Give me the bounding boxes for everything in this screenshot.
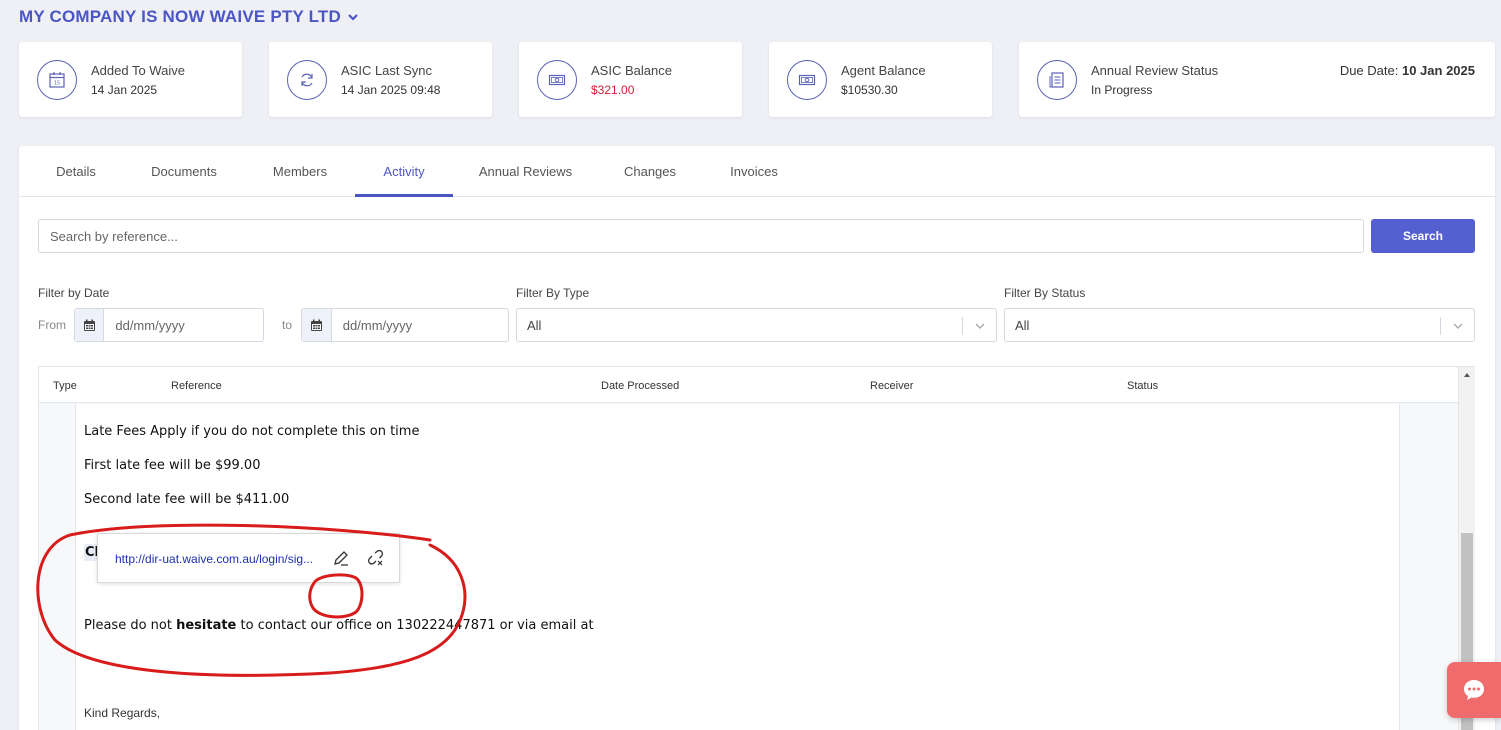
card-agent-balance: Agent Balance $10530.30 [769,42,992,117]
card-asic-last-sync: ASIC Last Sync 14 Jan 2025 09:48 [269,42,492,117]
link-popup: http://dir-uat.waive.com.au/login/sig... [97,533,400,583]
calendar-icon[interactable] [75,309,105,341]
tab-activity[interactable]: Activity [355,146,453,197]
type-select-value: All [527,318,542,333]
tab-details[interactable]: Details [39,146,113,197]
due-label: Due Date: [1339,63,1399,78]
filter-status-label: Filter By Status [1004,286,1086,300]
card-value: 14 Jan 2025 [91,82,158,97]
search-button[interactable]: Search [1371,219,1475,253]
tab-annual-reviews[interactable]: Annual Reviews [473,146,578,197]
chat-button[interactable] [1447,662,1501,718]
scroll-up-icon[interactable] [1463,371,1471,379]
table-header: Type Reference Date Processed Receiver S… [39,367,1458,403]
from-date-input[interactable] [104,309,263,341]
card-title: Agent Balance [841,62,926,78]
to-date-input[interactable] [331,309,508,341]
card-value: $321.00 [591,82,635,97]
type-select[interactable]: All [516,308,997,342]
activity-panel: Details Documents Members Activity Annua… [19,146,1495,730]
contact-line[interactable]: Please do not hesitate to contact our of… [84,618,594,633]
sign-off[interactable]: Kind Regards, [84,706,160,720]
card-title: ASIC Balance [591,62,672,78]
calendar-icon[interactable] [302,309,332,341]
card-asic-balance: ASIC Balance $321.00 [519,42,742,117]
chevron-down-icon [1453,323,1463,329]
tab-changes[interactable]: Changes [615,146,685,197]
tab-members[interactable]: Members [264,146,336,197]
status-select[interactable]: All [1004,308,1475,342]
editor-line[interactable]: Late Fees Apply if you do not complete t… [84,424,419,439]
card-value: 14 Jan 2025 09:48 [341,82,441,97]
editor-line[interactable]: Second late fee will be $411.00 [84,492,289,507]
unlink-icon[interactable] [367,549,385,567]
status-select-value: All [1015,318,1030,333]
column-reference[interactable]: Reference [171,380,222,392]
document-icon [1037,59,1077,100]
column-date-processed[interactable]: Date Processed [601,380,679,392]
tab-invoices[interactable]: Invoices [721,146,787,197]
to-date-field[interactable] [301,308,509,342]
chevron-down-icon [348,14,358,21]
link-url[interactable]: http://dir-uat.waive.com.au/login/sig... [115,552,313,566]
card-value: In Progress [1091,82,1153,97]
column-status[interactable]: Status [1127,380,1158,392]
column-type[interactable]: Type [53,380,77,392]
card-title: Added To Waive [91,62,185,78]
tab-documents[interactable]: Documents [139,146,229,197]
search-input[interactable] [38,219,1364,253]
chat-icon [1464,680,1484,700]
card-annual-review-status: Annual Review Status In Progress Due Dat… [1019,42,1495,117]
edit-link-icon[interactable] [332,549,350,567]
contact-text: Please do not [84,618,177,633]
card-added-to-waive: 15 Added To Waive 14 Jan 2025 [19,42,242,117]
email-editor[interactable]: Late Fees Apply if you do not complete t… [75,404,1400,730]
due-date: Due Date: 10 Jan 2025 [1340,63,1475,78]
tab-bar: Details Documents Members Activity Annua… [19,146,1495,197]
chevron-down-icon [975,323,985,329]
svg-text:15: 15 [54,80,60,86]
filter-date-label: Filter by Date [38,286,110,300]
card-value: $10530.30 [841,82,898,97]
card-title: Annual Review Status [1091,62,1219,78]
company-name: MY COMPANY IS NOW WAIVE PTY LTD [19,7,341,26]
money-icon [787,59,827,100]
due-value: 10 Jan 2025 [1401,63,1475,78]
from-date-field[interactable] [74,308,264,342]
card-title: ASIC Last Sync [341,62,433,78]
to-label: to [282,318,293,332]
column-receiver[interactable]: Receiver [870,380,913,392]
contact-text: to contact our office on 130222447871 or… [236,618,594,633]
contact-bold-text: hesitate [176,618,237,633]
company-title[interactable]: MY COMPANY IS NOW WAIVE PTY LTD [19,7,359,27]
from-label: From [38,318,66,332]
activity-table: Type Reference Date Processed Receiver S… [38,366,1459,730]
editor-line[interactable]: First late fee will be $99.00 [84,458,260,473]
sync-icon [287,59,327,100]
money-icon [537,59,577,100]
calendar-icon: 15 [37,59,77,100]
filter-type-label: Filter By Type [516,286,590,300]
